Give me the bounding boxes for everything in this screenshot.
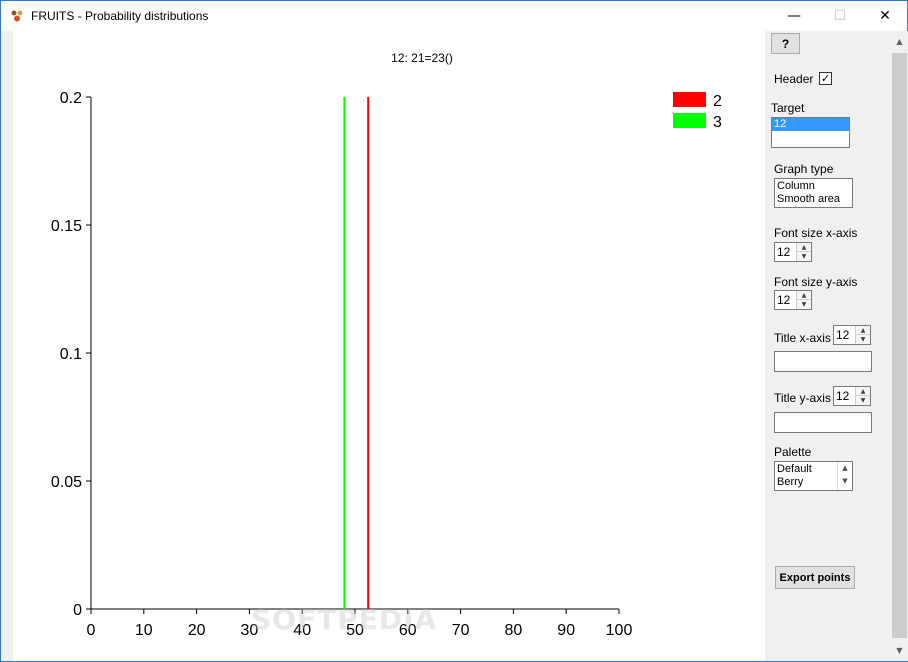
title-x-size-spinner[interactable]: 12 ▲ ▼ (833, 325, 871, 345)
palette-listbox[interactable]: Default Berry ▲ ▼ (774, 461, 853, 491)
y-tick-label: 0.05 (51, 474, 82, 491)
target-label: Target (771, 101, 805, 115)
x-tick-label: 70 (452, 622, 470, 639)
font-size-y-label: Font size y-axis (774, 275, 858, 289)
y-tick-label: 0.1 (60, 346, 82, 363)
chevron-up-icon[interactable]: ▲ (838, 462, 852, 475)
spin-down-icon[interactable]: ▼ (856, 335, 870, 344)
y-tick-label: 0.2 (60, 90, 82, 107)
spin-up-icon[interactable]: ▲ (856, 387, 870, 396)
x-tick-label: 20 (188, 622, 206, 639)
font-size-x-label: Font size x-axis (774, 226, 858, 240)
title-x-label: Title x-axis (774, 331, 831, 345)
settings-panel: ? Header ✓ Target 12 Graph type Column S… (765, 31, 891, 661)
window-title: FRUITS - Probability distributions (31, 9, 209, 23)
title-x-input[interactable] (774, 351, 872, 372)
fruit-app-icon (11, 10, 23, 22)
watermark: SOFTPEDIA (251, 603, 438, 636)
title-bar: FRUITS - Probability distributions — ☐ ✕ (1, 1, 907, 31)
target-listbox[interactable]: 12 (771, 117, 850, 148)
title-y-size-spinner[interactable]: 12 ▲ ▼ (833, 386, 871, 406)
header-checkbox[interactable]: ✓ (819, 72, 832, 85)
app-window: FRUITS - Probability distributions — ☐ ✕… (0, 0, 908, 662)
x-tick-label: 90 (557, 622, 575, 639)
spin-up-icon[interactable]: ▲ (797, 291, 811, 300)
title-x-size-value: 12 (836, 328, 850, 342)
maximize-button: ☐ (833, 8, 847, 24)
graph-type-item-column[interactable]: Column (775, 180, 852, 193)
legend-swatch-2 (673, 92, 706, 107)
x-tick-label: 0 (87, 622, 96, 639)
legend-label-2: 2 (713, 93, 722, 110)
title-y-label: Title y-axis (774, 391, 831, 405)
y-tick-label: 0 (73, 602, 82, 619)
legend-swatch-3 (673, 113, 706, 128)
spin-up-icon[interactable]: ▲ (856, 326, 870, 335)
help-button[interactable]: ? (771, 33, 800, 54)
font-size-y-value: 12 (777, 293, 791, 307)
scroll-up-icon[interactable]: ▲ (891, 33, 908, 50)
minimize-button[interactable]: — (771, 1, 817, 31)
legend-label-3: 3 (713, 114, 722, 131)
graph-type-listbox[interactable]: Column Smooth area (774, 178, 853, 208)
left-margin (1, 31, 13, 661)
y-tick-label: 0.15 (51, 218, 82, 235)
font-size-y-spinner[interactable]: 12 ▲ ▼ (774, 290, 812, 310)
x-tick-label: 80 (505, 622, 523, 639)
graph-type-label: Graph type (774, 162, 834, 176)
palette-scrollbar[interactable]: ▲ ▼ (837, 462, 852, 490)
target-item[interactable]: 12 (772, 118, 849, 131)
chart-area: 12: 21=23() 0 0.05 0.1 0.15 0.2 0 10 20 30 40 50 60 7… (13, 31, 765, 661)
header-label: Header (774, 72, 814, 86)
chevron-down-icon[interactable]: ▼ (838, 475, 852, 488)
panel-scrollbar[interactable]: ▲ ▼ (891, 31, 908, 661)
graph-type-item-smooth-area[interactable]: Smooth area (775, 193, 852, 206)
spin-up-icon[interactable]: ▲ (797, 243, 811, 252)
title-y-input[interactable] (774, 412, 872, 433)
x-tick-label: 10 (135, 622, 153, 639)
scroll-down-icon[interactable]: ▼ (891, 642, 908, 659)
close-button[interactable]: ✕ (862, 1, 908, 31)
title-y-size-value: 12 (836, 389, 850, 403)
font-size-x-value: 12 (777, 245, 791, 259)
spin-down-icon[interactable]: ▼ (856, 396, 870, 405)
scroll-thumb[interactable] (892, 53, 907, 638)
chart-title: 12: 21=23() (391, 51, 453, 65)
spin-down-icon[interactable]: ▼ (797, 300, 811, 309)
font-size-x-spinner[interactable]: 12 ▲ ▼ (774, 242, 812, 262)
probability-chart: 12: 21=23()00.050.10.150.20 10 20 30 40 50 60 7… (51, 51, 722, 639)
x-tick-label: 100 (606, 622, 633, 639)
export-points-button[interactable]: Export points (775, 566, 855, 589)
palette-label: Palette (774, 445, 812, 459)
spin-down-icon[interactable]: ▼ (797, 252, 811, 261)
